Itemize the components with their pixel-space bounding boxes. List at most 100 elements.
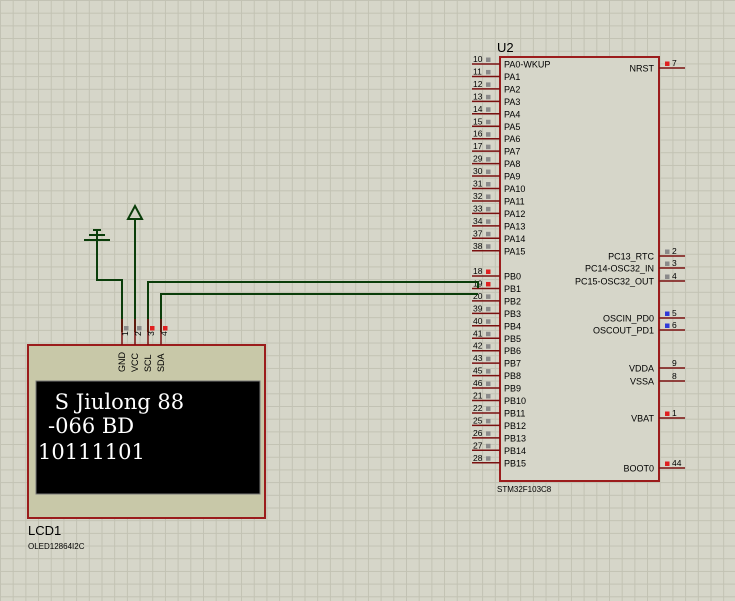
lcd-lcd1[interactable]: 1 GND 2 VCC 3 SCL 4 SDA S Jiulong 88 -066 BD 10… bbox=[27, 319, 266, 551]
pin-number: 12 bbox=[473, 79, 483, 89]
pin-number: 11 bbox=[473, 66, 482, 76]
pin-name: PB4 bbox=[504, 321, 521, 331]
pin-number: 30 bbox=[473, 166, 483, 176]
pin-number: 3 bbox=[672, 258, 677, 268]
pin-name: PB10 bbox=[504, 396, 526, 406]
oled-line-3: 10111101 bbox=[38, 440, 145, 464]
pin-name: PB7 bbox=[504, 359, 521, 369]
pin-number: 21 bbox=[473, 391, 483, 401]
pin-name: BOOT0 bbox=[623, 464, 654, 474]
oled-line-1: S Jiulong 88 bbox=[48, 390, 184, 414]
lcd-part: OLED12864I2C bbox=[28, 542, 85, 551]
pin-name: PB5 bbox=[504, 334, 521, 344]
pin-number: 31 bbox=[473, 179, 483, 189]
pin-name: PB1 bbox=[504, 284, 521, 294]
pin-number: 3 bbox=[146, 331, 156, 336]
pin-name: PB2 bbox=[504, 296, 521, 306]
wire-scl-pb1[interactable] bbox=[147, 281, 479, 332]
schematic-canvas[interactable]: U2 STM32F103C8 10PA0-WKUP11PA112PA213PA3… bbox=[0, 0, 735, 601]
pin-number: 4 bbox=[159, 331, 169, 336]
pin-number: 46 bbox=[473, 378, 483, 388]
pin-name: NRST bbox=[630, 64, 655, 74]
pin-name: PA11 bbox=[504, 196, 525, 206]
pin-state-marker bbox=[486, 381, 491, 387]
pin-state-marker bbox=[137, 326, 142, 331]
pin-state-marker bbox=[665, 61, 670, 66]
pin-state-marker bbox=[486, 294, 491, 299]
pin-name: PA7 bbox=[504, 147, 520, 157]
pin-state-marker bbox=[486, 82, 491, 87]
pin-number: 2 bbox=[672, 246, 677, 256]
pin-name: PA3 bbox=[504, 97, 520, 107]
pin-number: 4 bbox=[672, 271, 677, 281]
pin-number: 18 bbox=[473, 266, 483, 276]
pin-name: PC14-OSC32_IN bbox=[585, 264, 654, 274]
pin-name: PA8 bbox=[504, 159, 520, 169]
pin-state-marker bbox=[486, 94, 491, 100]
pin-state-marker bbox=[486, 157, 491, 162]
pin-number: 1 bbox=[672, 408, 677, 418]
pin-number: 17 bbox=[473, 141, 483, 151]
pin-state-marker bbox=[665, 411, 670, 416]
wire-sda-pb2[interactable] bbox=[160, 293, 478, 332]
pin-name: PB11 bbox=[504, 408, 525, 418]
pin-number: 37 bbox=[473, 228, 483, 238]
pin-number: 33 bbox=[473, 203, 483, 213]
pin-state-marker bbox=[486, 394, 491, 399]
pin-state-marker bbox=[486, 306, 491, 312]
power-arrow-icon bbox=[126, 203, 144, 220]
pin-name: VSSA bbox=[630, 377, 654, 387]
pin-name: PA4 bbox=[504, 109, 520, 119]
pin-number: 26 bbox=[473, 428, 483, 438]
pin-state-marker bbox=[486, 344, 491, 349]
pin-number: 32 bbox=[473, 191, 483, 201]
pin-number: 20 bbox=[473, 291, 483, 301]
pin-number: 10 bbox=[473, 54, 483, 64]
pin-name: PA2 bbox=[504, 84, 520, 94]
pin-name: PB15 bbox=[504, 458, 526, 468]
pin-name: PA12 bbox=[504, 209, 525, 219]
pin-number: 39 bbox=[473, 303, 483, 313]
pin-name: PB9 bbox=[504, 384, 521, 394]
pin-number: 9 bbox=[672, 358, 677, 368]
pin-number: 22 bbox=[473, 403, 483, 413]
pin-state-marker bbox=[665, 323, 670, 328]
pin-state-marker bbox=[486, 431, 491, 436]
pin-state-marker bbox=[486, 194, 491, 199]
pin-number: 2 bbox=[133, 331, 143, 336]
pin-state-marker bbox=[486, 132, 491, 137]
pin-state-marker bbox=[486, 406, 491, 411]
pin-state-marker bbox=[486, 418, 491, 424]
pin-name: PB13 bbox=[504, 433, 526, 443]
pin-number: 15 bbox=[473, 116, 483, 126]
pin-state-marker bbox=[486, 319, 491, 324]
wire-gnd[interactable] bbox=[96, 240, 123, 332]
pin-number: 34 bbox=[473, 216, 483, 226]
pin-name: PA13 bbox=[504, 221, 525, 231]
pin-name: VBAT bbox=[631, 414, 654, 424]
pin-state-marker bbox=[163, 326, 168, 331]
pin-name: SCL bbox=[143, 354, 153, 372]
pin-number: 6 bbox=[672, 320, 677, 330]
pin-state-marker bbox=[486, 144, 491, 150]
pin-state-marker bbox=[665, 311, 670, 316]
pin-name: PC13_RTC bbox=[608, 252, 654, 262]
pin-number: 13 bbox=[473, 91, 483, 101]
lcd-ref: LCD1 bbox=[28, 523, 61, 538]
pin-state-marker bbox=[486, 331, 491, 337]
pin-name: PA9 bbox=[504, 172, 520, 182]
pin-state-marker bbox=[486, 182, 491, 187]
pin-name: PB12 bbox=[504, 421, 526, 431]
pin-name: PA1 bbox=[504, 72, 520, 82]
pin-number: 42 bbox=[473, 341, 483, 351]
pin-state-marker bbox=[486, 231, 491, 237]
pin-state-marker bbox=[486, 169, 491, 175]
pin-number: 41 bbox=[473, 328, 483, 338]
pin-name: PB6 bbox=[504, 346, 521, 356]
pin-number: 29 bbox=[473, 154, 483, 164]
pin-name: PA6 bbox=[504, 134, 520, 144]
pin-name: PC15-OSC32_OUT bbox=[575, 277, 655, 287]
pin-state-marker bbox=[486, 69, 491, 75]
pin-number: 40 bbox=[473, 316, 483, 326]
mcu-u2[interactable]: U2 STM32F103C8 10PA0-WKUP11PA112PA213PA3… bbox=[472, 40, 685, 494]
